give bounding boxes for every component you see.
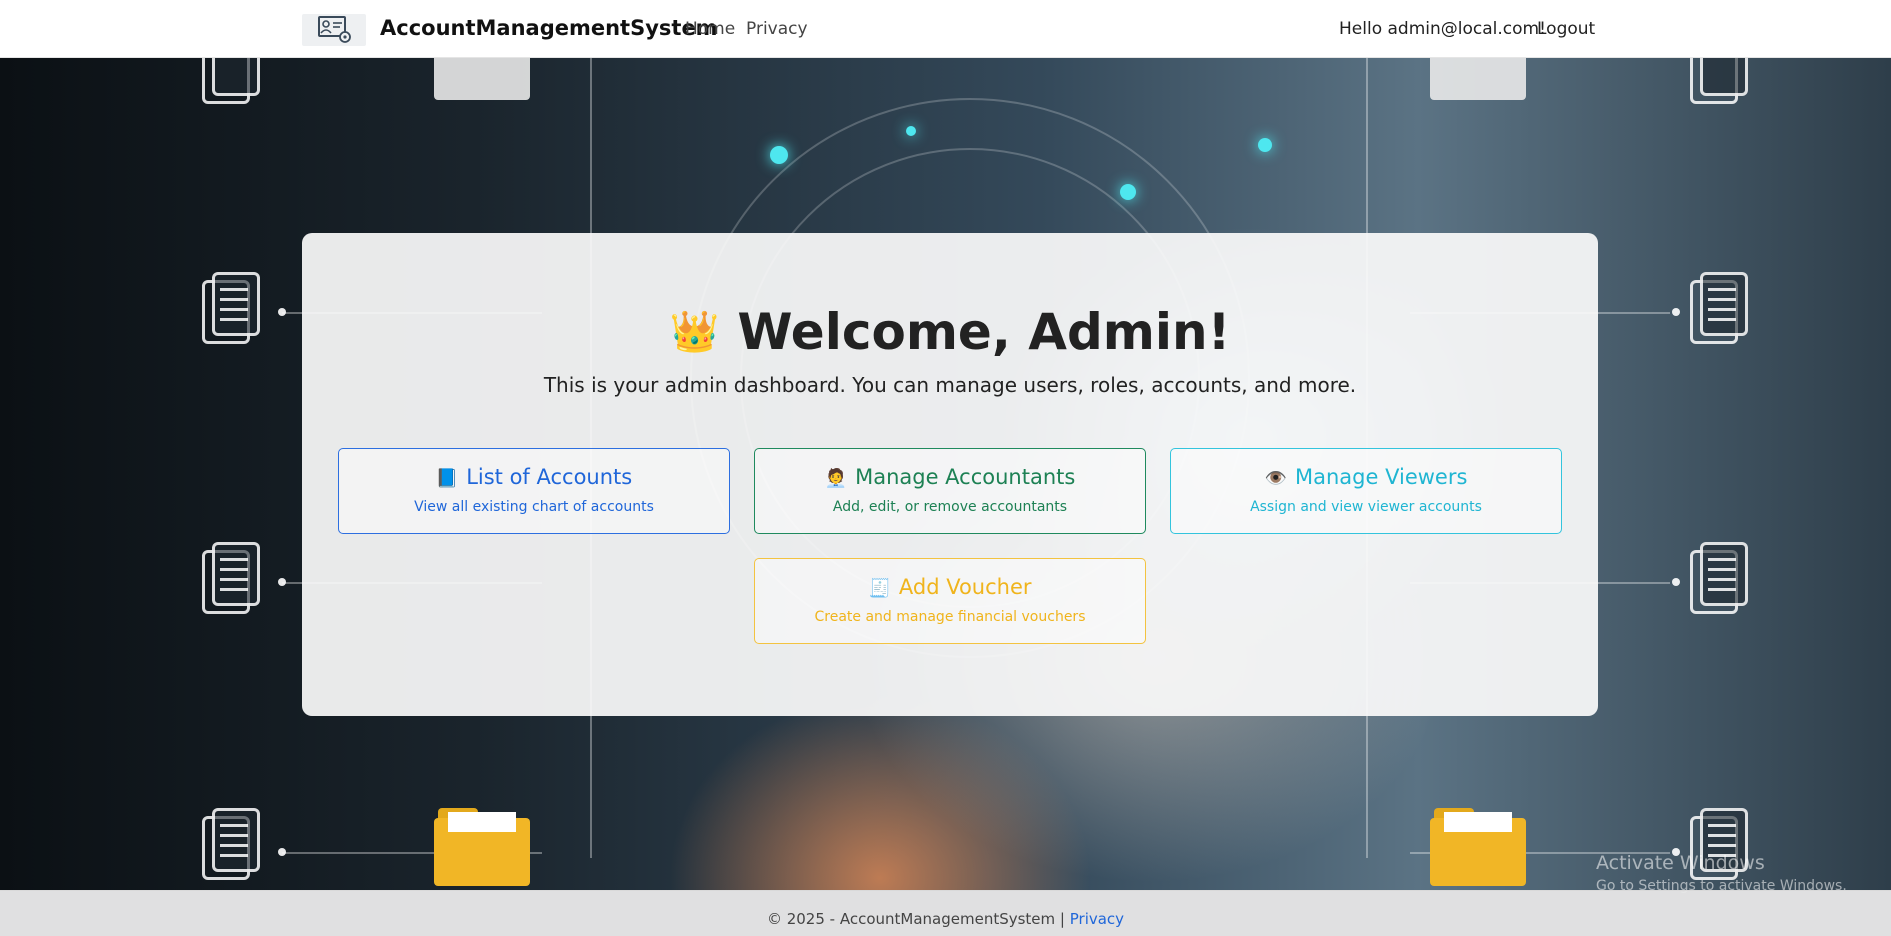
tile-title: 🧑‍💼 Manage Accountants: [755, 465, 1145, 489]
receipt-icon: 🧾: [868, 578, 891, 599]
logo[interactable]: [302, 14, 366, 46]
document-icon: [202, 58, 262, 106]
tile-description: View all existing chart of accounts: [414, 499, 654, 515]
account-card-gear-icon: [318, 16, 351, 43]
tile-title: 👁️ Manage Viewers: [1171, 465, 1561, 489]
background-dot: [278, 848, 286, 856]
background-glow: [770, 146, 788, 164]
background-dot: [278, 308, 286, 316]
background-glow: [1120, 184, 1136, 200]
watermark-title: Activate Windows: [1596, 852, 1765, 874]
background-dot: [1672, 308, 1680, 316]
nav-link-home[interactable]: Home: [685, 19, 735, 39]
user-greeting-link[interactable]: Hello admin@local.com!: [1339, 19, 1546, 39]
nav-link-privacy[interactable]: Privacy: [746, 19, 808, 39]
background-dot: [278, 578, 286, 586]
tile-title-text: List of Accounts: [466, 465, 633, 489]
footer-privacy-link[interactable]: Privacy: [1070, 910, 1124, 928]
document-icon: [1690, 272, 1750, 346]
book-icon: 📘: [435, 468, 459, 489]
tile-description: Add, edit, or remove accountants: [832, 499, 1068, 515]
tile-title: 🧾 Add Voucher: [755, 575, 1145, 599]
document-icon: [1690, 58, 1750, 106]
brand-name[interactable]: AccountManagementSystem: [380, 16, 718, 40]
document-icon: [202, 272, 262, 346]
document-icon: [202, 542, 262, 616]
navbar: AccountManagementSystem Home Privacy Hel…: [0, 0, 1891, 58]
background-glow: [906, 126, 916, 136]
add-voucher-button[interactable]: 🧾 Add Voucher Create and manage financial…: [754, 558, 1146, 644]
list-of-accounts-button[interactable]: 📘 List of Accounts View all existing char…: [338, 448, 730, 534]
background-dot: [1672, 578, 1680, 586]
dashboard-subtitle: This is your admin dashboard. You can ma…: [543, 373, 1357, 397]
footer-copyright: © 2025 - AccountManagementSystem |: [766, 910, 1065, 928]
office-worker-icon: 🧑‍💼: [824, 468, 848, 489]
page-title: 👑 Welcome, Admin!: [302, 303, 1598, 361]
crown-icon: 👑: [669, 309, 720, 355]
footer: © 2025 - AccountManagementSystem | Priva…: [0, 890, 1891, 936]
background-glow: [1258, 138, 1272, 152]
welcome-title-text: Welcome, Admin!: [737, 303, 1231, 361]
folder-icon: [434, 58, 530, 100]
tile-title-text: Add Voucher: [898, 575, 1032, 599]
folder-icon: [1430, 58, 1526, 100]
manage-viewers-button[interactable]: 👁️ Manage Viewers Assign and view viewer …: [1170, 448, 1562, 534]
logout-button[interactable]: Logout: [1537, 19, 1595, 39]
tile-title-text: Manage Accountants: [855, 465, 1076, 489]
eye-icon: 👁️: [1264, 468, 1287, 489]
tile-title: 📘 List of Accounts: [339, 465, 729, 489]
document-icon: [202, 808, 262, 882]
tile-description: Assign and view viewer accounts: [1250, 499, 1482, 515]
manage-accountants-button[interactable]: 🧑‍💼 Manage Accountants Add, edit, or remo…: [754, 448, 1146, 534]
folder-icon: [434, 808, 530, 886]
tile-title-text: Manage Viewers: [1295, 465, 1468, 489]
dashboard-card: 👑 Welcome, Admin! This is your admin dash…: [302, 233, 1598, 716]
document-icon: [1690, 542, 1750, 616]
activate-windows-watermark: Activate Windows Go to Settings to activ…: [1596, 852, 1847, 894]
folder-icon: [1430, 808, 1526, 886]
tile-description: Create and manage financial vouchers: [814, 609, 1086, 625]
